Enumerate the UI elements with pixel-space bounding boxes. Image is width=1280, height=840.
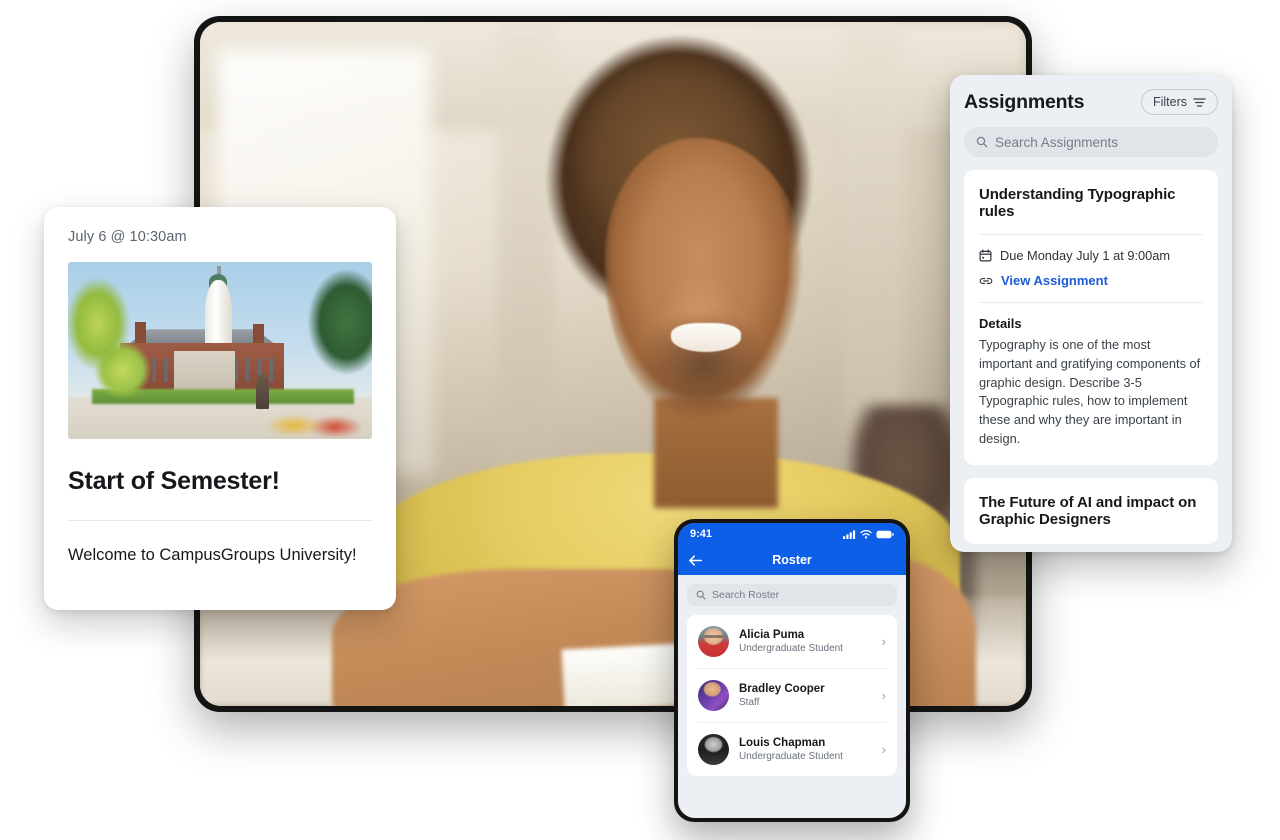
avatar <box>698 626 729 657</box>
details-text: Typography is one of the most important … <box>979 337 1201 446</box>
assignment-card[interactable]: The Future of AI and impact on Graphic D… <box>964 477 1218 544</box>
filters-label: Filters <box>1152 95 1187 109</box>
divider <box>68 520 372 521</box>
search-icon <box>696 590 706 600</box>
announcement-card[interactable]: July 6 @ 10:30am Start of Semester! Welc… <box>44 207 396 610</box>
roster-name: Alicia Puma <box>739 629 805 641</box>
announcement-title: Start of Semester! <box>68 467 280 495</box>
list-item[interactable]: Louis Chapman Undergraduate Student › <box>698 723 886 776</box>
search-roster-input[interactable]: Search Roster <box>687 584 897 606</box>
assignment-due-text: Due Monday July 1 at 9:00am <box>1000 248 1171 263</box>
search-assignments-input[interactable]: Search Assignments <box>964 127 1218 157</box>
avatar <box>698 680 729 711</box>
assignment-title: Understanding Typographic rules <box>979 186 1176 220</box>
page-root: July 6 @ 10:30am Start of Semester! Welc… <box>0 0 1280 840</box>
wifi-icon <box>860 529 872 538</box>
battery-icon <box>876 530 894 538</box>
search-icon <box>976 136 988 148</box>
nav-title: Roster <box>772 553 812 567</box>
phone-device-frame: 9:41 Roster Search Roster Alicia Puma Un… <box>674 519 910 822</box>
filter-icon <box>1193 97 1206 107</box>
status-time: 9:41 <box>690 528 713 540</box>
filters-button[interactable]: Filters <box>1140 89 1218 115</box>
divider <box>979 302 1203 303</box>
page-title: Assignments <box>964 90 1085 113</box>
announcement-date: July 6 @ 10:30am <box>68 229 187 245</box>
roster-person-info: Bradley Cooper Staff <box>739 683 825 708</box>
assignment-card[interactable]: Understanding Typographic rules Due Mond… <box>964 170 1218 465</box>
roster-role: Undergraduate Student <box>739 643 843 654</box>
status-bar: 9:41 <box>678 523 906 545</box>
status-icons <box>843 529 894 539</box>
view-assignment-link[interactable]: View Assignment <box>979 273 1203 288</box>
search-placeholder: Search Assignments <box>995 134 1119 150</box>
link-icon <box>979 277 993 284</box>
roster-person-info: Louis Chapman Undergraduate Student <box>739 737 843 762</box>
assignments-panel: Assignments Filters Search Assignments U… <box>950 75 1232 552</box>
roster-role: Undergraduate Student <box>739 751 843 762</box>
back-arrow-icon[interactable] <box>688 554 703 567</box>
chevron-right-icon: › <box>881 634 886 649</box>
avatar <box>698 734 729 765</box>
roster-name: Louis Chapman <box>739 737 826 749</box>
list-item[interactable]: Alicia Puma Undergraduate Student › <box>698 615 886 669</box>
phone-screen: 9:41 Roster Search Roster Alicia Puma Un… <box>678 523 906 818</box>
assignment-title: The Future of AI and impact on Graphic D… <box>979 493 1197 528</box>
announcement-body: Welcome to CampusGroups University! <box>68 546 357 564</box>
roster-name: Bradley Cooper <box>739 683 825 695</box>
photo-smile <box>670 322 742 352</box>
chevron-right-icon: › <box>881 688 886 703</box>
chevron-right-icon: › <box>881 742 886 757</box>
roster-list: Alicia Puma Undergraduate Student › Brad… <box>687 615 897 776</box>
view-assignment-label: View Assignment <box>1001 273 1108 288</box>
campus-photo <box>68 262 372 439</box>
phone-content: Search Roster Alicia Puma Undergraduate … <box>678 575 906 818</box>
photo-beard <box>613 295 795 447</box>
roster-role: Staff <box>739 697 760 708</box>
cellular-signal-icon <box>843 529 856 539</box>
details-heading: Details <box>979 316 1022 331</box>
photo-flowers <box>262 412 366 439</box>
list-item[interactable]: Bradley Cooper Staff › <box>698 669 886 723</box>
assignments-header: Assignments Filters <box>964 89 1218 115</box>
assignment-due-row: Due Monday July 1 at 9:00am <box>979 248 1203 263</box>
roster-person-info: Alicia Puma Undergraduate Student <box>739 629 843 654</box>
nav-bar: Roster <box>678 545 906 575</box>
photo-statue <box>256 373 269 409</box>
photo-tree-left <box>68 265 148 404</box>
photo-tree-right <box>286 262 372 408</box>
divider <box>979 234 1203 235</box>
search-placeholder: Search Roster <box>712 589 780 601</box>
calendar-icon <box>979 249 992 262</box>
